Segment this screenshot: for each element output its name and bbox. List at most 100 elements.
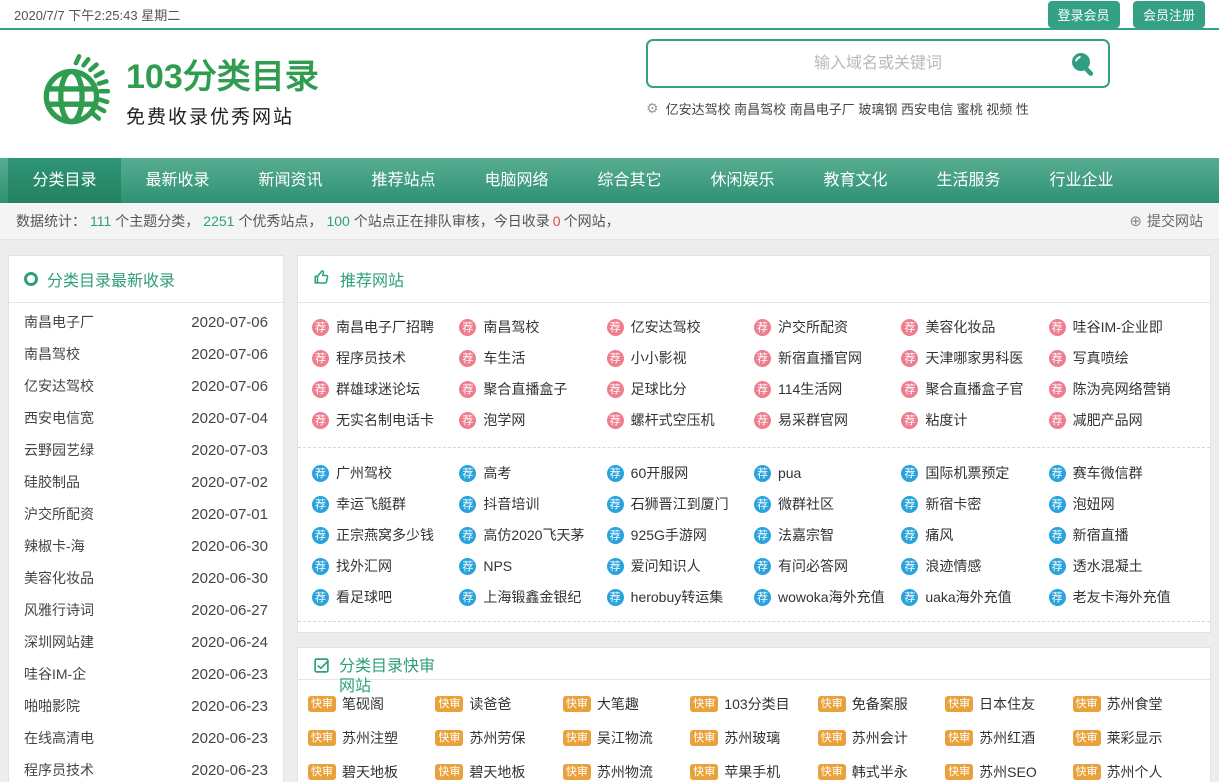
recommended-site-link[interactable]: 荐 粘度计	[901, 410, 1048, 430]
recommended-site-link[interactable]: 荐 60开服网	[607, 463, 754, 483]
site-name-link[interactable]: 美容化妆品	[24, 568, 94, 588]
list-item[interactable]: 程序员技术 2020-06-23	[24, 754, 268, 782]
site-name-link[interactable]: 深圳网站建	[24, 632, 94, 652]
recommended-site-link[interactable]: 荐 herobuy转运集	[607, 587, 754, 607]
quick-review-site-link[interactable]: 快审 笔砚阁	[308, 694, 435, 714]
quick-review-site-link[interactable]: 快审 苏州个人	[1073, 762, 1200, 782]
quick-review-site-link[interactable]: 快审 苏州玻璃	[690, 728, 817, 748]
recommended-site-link[interactable]: 荐 哇谷IM-企业即	[1049, 317, 1196, 337]
site-name-link[interactable]: 南昌电子厂	[24, 312, 94, 332]
quick-review-site-link[interactable]: 快审 读爸爸	[435, 694, 562, 714]
nav-item[interactable]: 教育文化	[799, 158, 912, 203]
recommended-site-link[interactable]: 荐 114生活网	[754, 379, 901, 399]
register-button[interactable]: 会员注册	[1133, 1, 1205, 28]
recommended-site-link[interactable]: 荐 痛风	[901, 525, 1048, 545]
quick-review-site-link[interactable]: 快审 苏州会计	[818, 728, 945, 748]
recommended-site-link[interactable]: 荐 wowoka海外充值	[754, 587, 901, 607]
quick-review-site-link[interactable]: 快审 苏州红酒	[945, 728, 1072, 748]
recommended-site-link[interactable]: 荐 NPS	[459, 556, 606, 576]
recommended-site-link[interactable]: 荐 程序员技术	[312, 348, 459, 368]
quick-review-site-link[interactable]: 快审 大笔趣	[563, 694, 690, 714]
list-item[interactable]: 沪交所配资 2020-07-01	[24, 498, 268, 530]
list-item[interactable]: 亿安达驾校 2020-07-06	[24, 370, 268, 402]
recommended-site-link[interactable]: 荐 925G手游网	[607, 525, 754, 545]
site-name-link[interactable]: 风雅行诗词	[24, 600, 94, 620]
recommended-site-link[interactable]: 荐 浪迹情感	[901, 556, 1048, 576]
recommended-site-link[interactable]: 荐 减肥产品网	[1049, 410, 1196, 430]
recommended-site-link[interactable]: 荐 泡学网	[459, 410, 606, 430]
quick-review-site-link[interactable]: 快审 韩式半永	[818, 762, 945, 782]
recommended-site-link[interactable]: 荐 pua	[754, 463, 901, 483]
quick-review-site-link[interactable]: 快审 免备案服	[818, 694, 945, 714]
recommended-site-link[interactable]: 荐 国际机票预定	[901, 463, 1048, 483]
recommended-site-link[interactable]: 荐 爱问知识人	[607, 556, 754, 576]
hot-keywords[interactable]: 亿安达驾校 南昌驾校 南昌电子厂 玻璃钢 西安电信 蜜桃 视频 性	[666, 99, 1029, 118]
recommended-site-link[interactable]: 荐 美容化妆品	[901, 317, 1048, 337]
recommended-site-link[interactable]: 荐 新宿直播官网	[754, 348, 901, 368]
list-item[interactable]: 南昌驾校 2020-07-06	[24, 338, 268, 370]
nav-item[interactable]: 分类目录	[8, 158, 121, 203]
quick-review-site-link[interactable]: 快审 日本住友	[945, 694, 1072, 714]
quick-review-site-link[interactable]: 快审 莱彩显示	[1073, 728, 1200, 748]
site-name-link[interactable]: 啪啪影院	[24, 696, 80, 716]
site-name-link[interactable]: 西安电信宽	[24, 408, 94, 428]
search-input[interactable]	[648, 41, 1108, 86]
list-item[interactable]: 哇谷IM-企 2020-06-23	[24, 658, 268, 690]
nav-item[interactable]: 生活服务	[912, 158, 1025, 203]
recommended-site-link[interactable]: 荐 找外汇网	[312, 556, 459, 576]
recommended-site-link[interactable]: 荐 看足球吧	[312, 587, 459, 607]
recommended-site-link[interactable]: 荐 无实名制电话卡	[312, 410, 459, 430]
quick-review-site-link[interactable]: 快审 103分类目	[690, 694, 817, 714]
recommended-site-link[interactable]: 荐 车生活	[459, 348, 606, 368]
site-name-link[interactable]: 沪交所配资	[24, 504, 94, 524]
recommended-site-link[interactable]: 荐 法嘉宗智	[754, 525, 901, 545]
site-name-link[interactable]: 哇谷IM-企	[24, 664, 86, 684]
recommended-site-link[interactable]: 荐 群雄球迷论坛	[312, 379, 459, 399]
login-button[interactable]: 登录会员	[1048, 1, 1120, 28]
nav-item[interactable]: 行业企业	[1025, 158, 1138, 203]
recommended-site-link[interactable]: 荐 正宗燕窝多少钱	[312, 525, 459, 545]
list-item[interactable]: 云野园艺绿 2020-07-03	[24, 434, 268, 466]
nav-item[interactable]: 电脑网络	[460, 158, 573, 203]
list-item[interactable]: 辣椒卡-海 2020-06-30	[24, 530, 268, 562]
recommended-site-link[interactable]: 荐 沪交所配资	[754, 317, 901, 337]
recommended-site-link[interactable]: 荐 聚合直播盒子	[459, 379, 606, 399]
quick-review-site-link[interactable]: 快审 碧天地板	[435, 762, 562, 782]
list-item[interactable]: 深圳网站建 2020-06-24	[24, 626, 268, 658]
recommended-site-link[interactable]: 荐 易采群官网	[754, 410, 901, 430]
recommended-site-link[interactable]: 荐 幸运飞艇群	[312, 494, 459, 514]
site-name-link[interactable]: 程序员技术	[24, 760, 94, 780]
site-name-link[interactable]: 云野园艺绿	[24, 440, 94, 460]
site-name-link[interactable]: 在线高清电	[24, 728, 94, 748]
recommended-site-link[interactable]: 荐 南昌驾校	[459, 317, 606, 337]
recommended-site-link[interactable]: 荐 写真喷绘	[1049, 348, 1196, 368]
quick-review-site-link[interactable]: 快审 碧天地板	[308, 762, 435, 782]
quick-review-site-link[interactable]: 快审 吴江物流	[563, 728, 690, 748]
recommended-site-link[interactable]: 荐 聚合直播盒子官	[901, 379, 1048, 399]
nav-item[interactable]: 最新收录	[121, 158, 234, 203]
recommended-site-link[interactable]: 荐 石狮晋江到厦门	[607, 494, 754, 514]
recommended-site-link[interactable]: 荐 新宿直播	[1049, 525, 1196, 545]
recommended-site-link[interactable]: 荐 微群社区	[754, 494, 901, 514]
recommended-site-link[interactable]: 荐 老友卡海外充值	[1049, 587, 1196, 607]
recommended-site-link[interactable]: 荐 螺杆式空压机	[607, 410, 754, 430]
nav-item[interactable]: 休闲娱乐	[686, 158, 799, 203]
list-item[interactable]: 硅胶制品 2020-07-02	[24, 466, 268, 498]
submit-site-link[interactable]: ⊕ 提交网站	[1129, 211, 1203, 231]
quick-review-site-link[interactable]: 快审 苏州SEO	[945, 762, 1072, 782]
list-item[interactable]: 美容化妆品 2020-06-30	[24, 562, 268, 594]
site-name-link[interactable]: 硅胶制品	[24, 472, 80, 492]
recommended-site-link[interactable]: 荐 赛车微信群	[1049, 463, 1196, 483]
quick-review-site-link[interactable]: 快审 苏州劳保	[435, 728, 562, 748]
nav-item[interactable]: 综合其它	[573, 158, 686, 203]
recommended-site-link[interactable]: 荐 泡妞网	[1049, 494, 1196, 514]
recommended-site-link[interactable]: 荐 高考	[459, 463, 606, 483]
site-name-link[interactable]: 亿安达驾校	[24, 376, 94, 396]
quick-review-site-link[interactable]: 快审 苏州注塑	[308, 728, 435, 748]
recommended-site-link[interactable]: 荐 抖音培训	[459, 494, 606, 514]
nav-item[interactable]: 推荐站点	[347, 158, 460, 203]
list-item[interactable]: 南昌电子厂 2020-07-06	[24, 306, 268, 338]
recommended-site-link[interactable]: 荐 有问必答网	[754, 556, 901, 576]
recommended-site-link[interactable]: 荐 南昌电子厂招聘	[312, 317, 459, 337]
recommended-site-link[interactable]: 荐 上海锻鑫金银纪	[459, 587, 606, 607]
